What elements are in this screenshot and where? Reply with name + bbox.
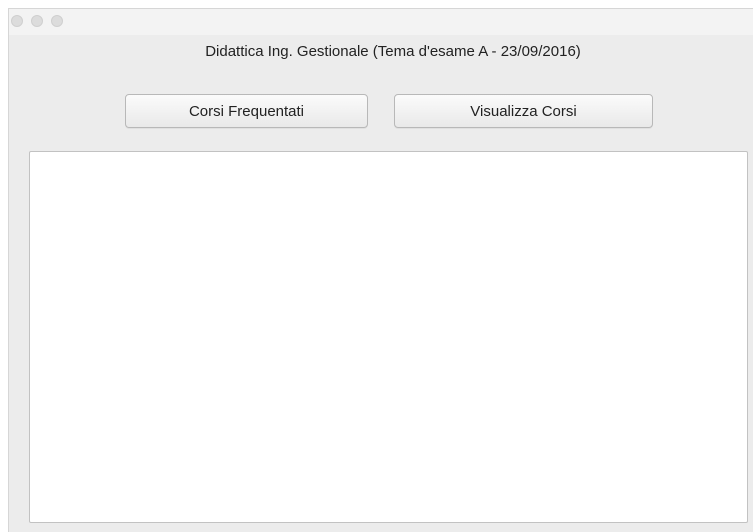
minimize-window-button[interactable]: [31, 15, 43, 27]
maximize-window-button[interactable]: [51, 15, 63, 27]
app-window: Didattica Ing. Gestionale (Tema d'esame …: [8, 8, 753, 532]
corsi-frequentati-label: Corsi Frequentati: [188, 102, 305, 120]
visualizza-corsi-button[interactable]: Visualizza Corsi: [394, 94, 653, 128]
close-window-button[interactable]: [11, 15, 23, 27]
title-bar: [9, 9, 753, 35]
visualizza-corsi-label: Visualizza Corsi: [470, 102, 577, 120]
corsi-frequentati-button[interactable]: Corsi Frequentati: [125, 94, 368, 128]
output-text-area[interactable]: [29, 151, 748, 523]
page-title: Didattica Ing. Gestionale (Tema d'esame …: [205, 43, 581, 60]
